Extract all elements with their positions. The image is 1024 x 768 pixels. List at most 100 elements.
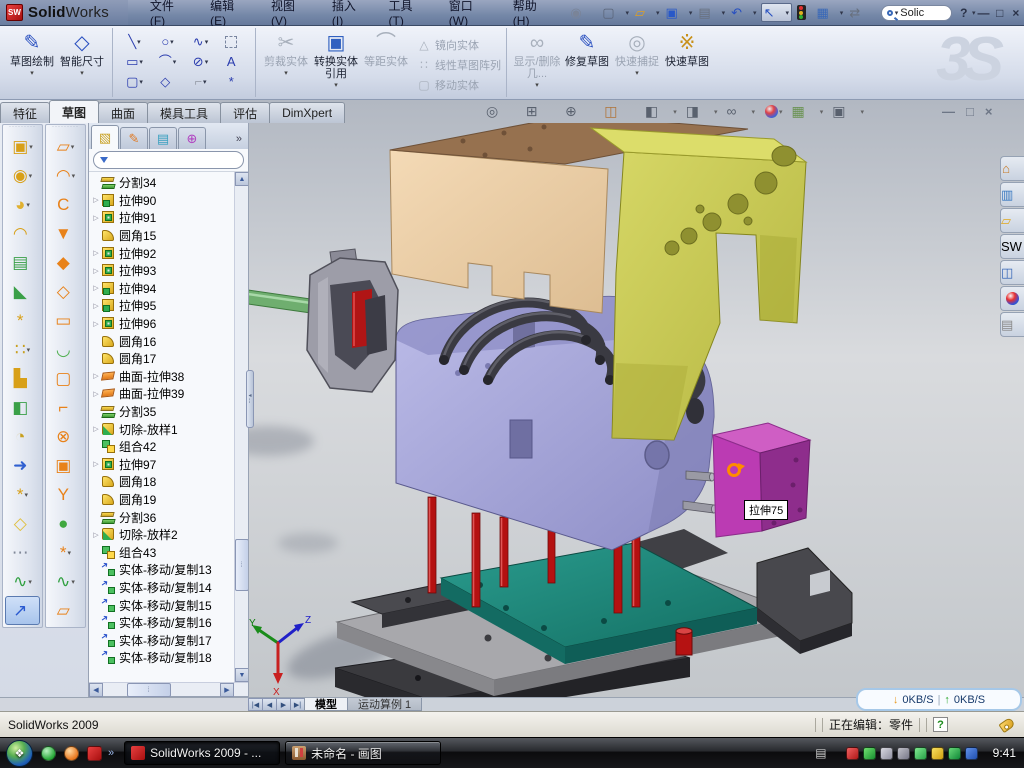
headsup-icon[interactable]: ◫ ▾: [604, 104, 636, 119]
expand-arrow[interactable]: ▷: [91, 249, 101, 257]
standard-toolbar-icon[interactable]: ↖ ▾: [761, 3, 792, 22]
search-input[interactable]: ▾ Solic: [881, 5, 952, 21]
tray-icon[interactable]: [897, 747, 910, 760]
left-toolbar-button[interactable]: Y ▾: [46, 480, 85, 509]
expand-arrow[interactable]: ▷: [91, 302, 101, 310]
command-button[interactable]: ∞ 显示/删除几... ▾: [512, 28, 562, 97]
dropdown-icon[interactable]: ▾: [203, 78, 207, 86]
dropdown-icon[interactable]: ▾: [170, 38, 174, 46]
dropdown-icon[interactable]: ▾: [673, 108, 677, 116]
tree-item[interactable]: ▷ 分割35: [91, 403, 233, 421]
tree-item[interactable]: ▷ 拉伸96: [91, 315, 233, 333]
taskbar-task-button[interactable]: SolidWorks 2009 - ...: [124, 741, 280, 765]
commandmanager-tab[interactable]: 评估: [220, 102, 270, 123]
expand-arrow[interactable]: ▷: [91, 284, 101, 292]
minimize-button[interactable]: —: [975, 6, 991, 20]
dropdown-icon[interactable]: ▾: [80, 69, 84, 77]
doc-tab-nav-button[interactable]: ◀: [262, 698, 277, 711]
scroll-right-button[interactable]: ▶: [220, 683, 234, 697]
task-pane-tab[interactable]: [1000, 286, 1024, 311]
dropdown-icon[interactable]: ▾: [28, 578, 32, 586]
sketch-entity-button[interactable]: ⌒ ▾: [151, 52, 184, 72]
sketch-entity-button[interactable]: * ▾: [217, 72, 250, 92]
standard-toolbar-icon[interactable]: ↶ ▾: [729, 4, 758, 21]
left-toolbar-button[interactable]: ◕ ▾: [3, 190, 42, 219]
tree-item[interactable]: ▷ 组合42: [91, 438, 233, 456]
tree-item[interactable]: ▷ 实体-移动/复制16: [91, 614, 233, 632]
left-toolbar-button[interactable]: ➜ ▾: [3, 451, 42, 480]
commandmanager-tab[interactable]: DimXpert: [269, 102, 345, 123]
left-toolbar-button[interactable]: ◇ ▾: [3, 509, 42, 538]
hscroll-thumb[interactable]: ⁞: [127, 683, 171, 697]
help-button[interactable]: ?: [956, 6, 972, 20]
taskbar-clock[interactable]: 9:41: [993, 746, 1016, 760]
dropdown-icon[interactable]: ▾: [714, 108, 718, 116]
left-toolbar-button[interactable]: ⋯ ▾: [3, 538, 42, 567]
left-toolbar-button[interactable]: ▱ ▾: [46, 132, 85, 161]
dropdown-icon[interactable]: ▾: [205, 58, 209, 66]
tree-item[interactable]: ▷ 圆角19: [91, 491, 233, 509]
standard-toolbar-icon[interactable]: ◉ ▾: [568, 4, 598, 21]
quick-launch-icon[interactable]: [41, 746, 56, 761]
quick-launch-chevron[interactable]: »: [108, 747, 114, 759]
dropdown-icon[interactable]: ▾: [72, 172, 76, 180]
left-toolbar-button[interactable]: ◉ ▾: [3, 161, 42, 190]
expand-arrow[interactable]: ▷: [91, 460, 101, 468]
dropdown-icon[interactable]: ▾: [779, 108, 783, 116]
tree-item[interactable]: ▷ 拉伸97: [91, 456, 233, 474]
tree-item[interactable]: ▷ 圆角18: [91, 473, 233, 491]
command-button[interactable]: ✎ 草图绘制 ▾: [7, 28, 57, 97]
tray-icon[interactable]: [863, 747, 876, 760]
tree-item[interactable]: ▷ 组合43: [91, 543, 233, 561]
task-pane-tab[interactable]: ▥: [1000, 182, 1024, 207]
left-toolbar-button[interactable]: ▙ ▾: [3, 364, 42, 393]
sketch-entity-button[interactable]: ⌐ ▾: [184, 72, 217, 92]
expand-arrow[interactable]: ▷: [91, 390, 101, 398]
tree-item[interactable]: ▷ 拉伸91: [91, 209, 233, 227]
tree-item[interactable]: ▷ 实体-移动/复制17: [91, 631, 233, 649]
task-pane-tab[interactable]: ▤: [1000, 312, 1024, 337]
command-button[interactable]: ✂ 剪裁实体 ▾: [261, 28, 311, 97]
headsup-icon[interactable]: ⊕ ▾: [565, 104, 595, 119]
doc-close-button[interactable]: ×: [985, 104, 993, 119]
commandmanager-tab[interactable]: 模具工具: [147, 102, 221, 123]
dropdown-icon[interactable]: ▾: [334, 81, 338, 89]
doc-tab-nav-button[interactable]: ▶: [276, 698, 291, 711]
left-toolbar-button[interactable]: ◆ ▾: [46, 248, 85, 277]
panel-header-tab[interactable]: ✎: [120, 127, 148, 149]
tree-item[interactable]: ▷ 拉伸90: [91, 192, 233, 210]
command-button[interactable]: ∷ 线性草图阵列: [417, 56, 501, 74]
dropdown-icon[interactable]: ▾: [535, 81, 539, 89]
sketch-entity-button[interactable]: A ▾: [217, 52, 250, 72]
dropdown-icon[interactable]: ▾: [840, 9, 844, 17]
tree-horizontal-scrollbar[interactable]: ◀ ⁞ ▶: [89, 682, 248, 696]
search-dropdown-icon[interactable]: ▾: [895, 9, 899, 17]
left-toolbar-button[interactable]: ↗ ▾: [5, 596, 40, 625]
left-toolbar-button[interactable]: ◠ ▾: [46, 161, 85, 190]
sketch-entity-button[interactable]: ○ ▾: [151, 32, 184, 52]
left-toolbar-button[interactable]: ⊗ ▾: [46, 422, 85, 451]
tray-icon[interactable]: [948, 747, 961, 760]
left-toolbar-button[interactable]: ▱ ▾: [46, 596, 85, 625]
dropdown-icon[interactable]: ▾: [689, 9, 693, 17]
tree-item[interactable]: ▷ 拉伸95: [91, 297, 233, 315]
left-toolbar-button[interactable]: ◔ ▾: [3, 422, 42, 451]
dropdown-icon[interactable]: ▾: [205, 38, 209, 46]
left-toolbar-button[interactable]: ◇ ▾: [46, 277, 85, 306]
dropdown-icon[interactable]: ▾: [753, 9, 757, 17]
tree-item[interactable]: ▷ 曲面-拉伸38: [91, 368, 233, 386]
status-help-icon[interactable]: ?: [933, 717, 948, 732]
dropdown-icon[interactable]: ▾: [860, 108, 864, 116]
command-button[interactable]: ◎ 快速捕捉 ▾: [612, 28, 662, 97]
doc-tab-nav-button[interactable]: ▶|: [290, 698, 305, 711]
task-pane-tab[interactable]: ▱: [1000, 208, 1024, 233]
tree-item[interactable]: ▷ 拉伸92: [91, 244, 233, 262]
command-button[interactable]: △ 镜向实体: [417, 36, 501, 54]
standard-toolbar-icon[interactable]: ▢ ▾: [600, 4, 631, 21]
tree-item[interactable]: ▷ 分割34: [91, 174, 233, 192]
expand-arrow[interactable]: ▷: [91, 196, 101, 204]
doc-tab-nav-button[interactable]: |◀: [248, 698, 263, 711]
command-button[interactable]: ◇ 智能尺寸 ▾: [57, 28, 107, 97]
panel-header-tab[interactable]: ⊕: [178, 127, 206, 149]
tray-icon[interactable]: [931, 747, 944, 760]
